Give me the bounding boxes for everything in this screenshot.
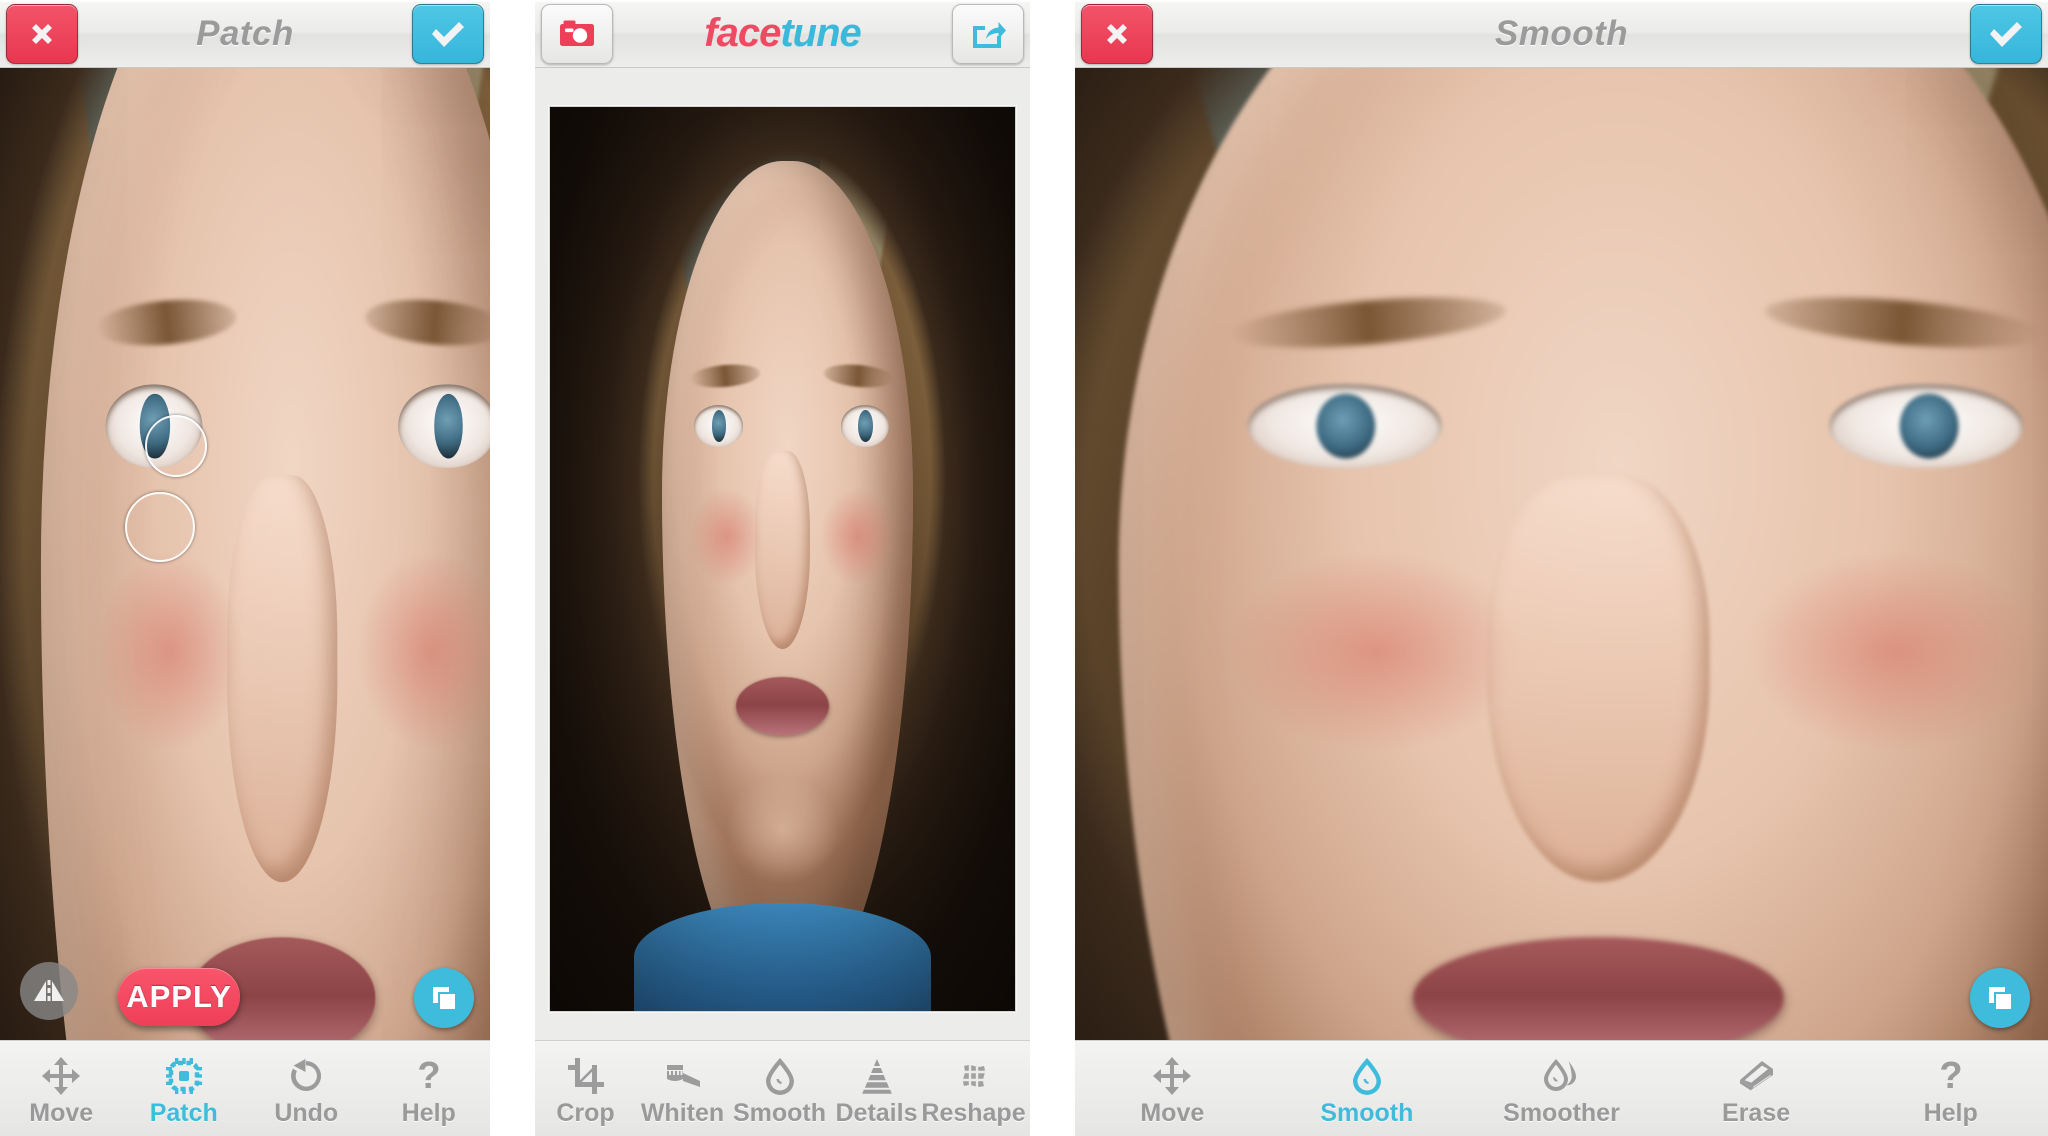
duplicate-button[interactable] (1970, 968, 2030, 1028)
panel-divider-1 (490, 0, 535, 1136)
smooth-toolbar: Move Smooth Smoother Erase ? Help (1075, 1040, 2048, 1136)
tool-patch[interactable]: Patch (1022, 1041, 1030, 1136)
tool-smooth[interactable]: Smooth (731, 1041, 828, 1136)
tool-details[interactable]: Details (828, 1041, 925, 1136)
copy-layers-icon (1989, 987, 2011, 1009)
droplet-icon (1347, 1054, 1387, 1096)
grid-mesh-icon (954, 1054, 994, 1096)
page-title: Smooth (1494, 13, 1629, 53)
tool-label: Whiten (640, 1098, 725, 1127)
droplet-icon (760, 1054, 800, 1096)
share-arrow-icon (973, 21, 1006, 48)
tool-smooth[interactable]: Smooth (1270, 1041, 1465, 1136)
eraser-icon (1735, 1054, 1777, 1096)
tool-help[interactable]: ? Help (368, 1041, 491, 1136)
edited-photo (1075, 68, 2048, 1040)
tool-smoother[interactable]: Smoother (1464, 1041, 1659, 1136)
pyramid-icon (857, 1054, 897, 1096)
undo-arrow-icon (286, 1054, 326, 1096)
cancel-button[interactable] (6, 3, 78, 64)
tool-whiten[interactable]: Whiten (634, 1041, 731, 1136)
camera-icon (560, 20, 594, 46)
source-photo (550, 107, 1015, 1011)
check-icon (432, 21, 464, 47)
patch-target-circle[interactable] (125, 492, 195, 562)
patch-square-icon (164, 1054, 204, 1096)
tool-label: Smooth (1320, 1098, 1414, 1127)
share-button[interactable] (952, 3, 1024, 64)
confirm-button[interactable] (412, 3, 484, 64)
tool-patch[interactable]: Patch (123, 1041, 246, 1136)
tool-label: Smooth (732, 1098, 827, 1127)
camera-button[interactable] (541, 3, 613, 64)
apply-button[interactable]: APPLY (118, 968, 240, 1026)
edited-photo (0, 68, 490, 1040)
patch-photo-stage[interactable]: APPLY (0, 68, 490, 1040)
logo-face: face (704, 11, 781, 55)
tool-label: Crop (556, 1098, 615, 1127)
main-header: facetune (535, 0, 1030, 68)
photo-frame (549, 106, 1016, 1012)
panel-main-screen: facetune Crop Whiten Smooth Details Resh… (535, 0, 1030, 1136)
svg-text:?: ? (417, 1056, 440, 1096)
tool-undo[interactable]: Undo (245, 1041, 368, 1136)
panel-smooth-editor: Smooth Move Smooth Smoother Erase ? Help (1075, 0, 2048, 1136)
cancel-button[interactable] (1081, 3, 1153, 64)
app-logo: facetune (613, 11, 952, 56)
close-x-icon (1107, 23, 1127, 44)
tool-label: Patch (149, 1098, 218, 1127)
tool-label: Details (835, 1098, 918, 1127)
check-icon (1990, 21, 2022, 47)
copy-layers-icon (433, 987, 455, 1009)
compare-button[interactable] (20, 962, 78, 1020)
patch-header: Patch (0, 0, 490, 68)
question-mark-icon: ? (1931, 1054, 1971, 1096)
tool-move[interactable]: Move (0, 1041, 123, 1136)
tool-label: Help (401, 1098, 456, 1127)
main-toolbar[interactable]: Crop Whiten Smooth Details Reshape (535, 1040, 1030, 1136)
tool-label: Smoother (1503, 1098, 1620, 1127)
panel-patch-editor: Patch APPLY Move Patch Undo ? Help (0, 0, 490, 1136)
panel-divider-2 (1030, 0, 1075, 1136)
logo-tune: tune (780, 11, 861, 55)
svg-text:?: ? (1939, 1056, 1962, 1096)
main-photo-stage[interactable] (535, 68, 1030, 1040)
question-mark-icon: ? (409, 1054, 449, 1096)
double-droplet-icon (1541, 1054, 1581, 1096)
patch-toolbar: Move Patch Undo ? Help (0, 1040, 490, 1136)
tool-label: Help (1923, 1098, 1978, 1127)
tool-help[interactable]: ? Help (1853, 1041, 2048, 1136)
tool-erase[interactable]: Erase (1659, 1041, 1854, 1136)
smooth-photo-stage[interactable] (1075, 68, 2048, 1040)
move-arrows-icon (1152, 1054, 1192, 1096)
tool-label: Move (1140, 1098, 1205, 1127)
confirm-button[interactable] (1970, 3, 2042, 64)
duplicate-button[interactable] (414, 968, 474, 1028)
tool-reshape[interactable]: Reshape (921, 1041, 1026, 1136)
screenshot-root: Patch APPLY Move Patch Undo ? Help facet… (0, 0, 2048, 1136)
tool-label: Reshape (921, 1098, 1026, 1127)
close-x-icon (32, 23, 52, 44)
patch-source-circle[interactable] (145, 415, 207, 477)
tool-move[interactable]: Move (1075, 1041, 1270, 1136)
tool-label: Erase (1722, 1098, 1791, 1127)
page-title: Patch (196, 13, 294, 53)
smooth-header: Smooth (1075, 0, 2048, 68)
before-after-icon (34, 980, 64, 1001)
crop-icon (566, 1054, 606, 1096)
move-arrows-icon (41, 1054, 81, 1096)
tool-label: Move (29, 1098, 94, 1127)
teeth-icon (663, 1054, 703, 1096)
tool-label: Undo (274, 1098, 339, 1127)
tool-crop[interactable]: Crop (537, 1041, 634, 1136)
apply-label: APPLY (126, 979, 232, 1014)
